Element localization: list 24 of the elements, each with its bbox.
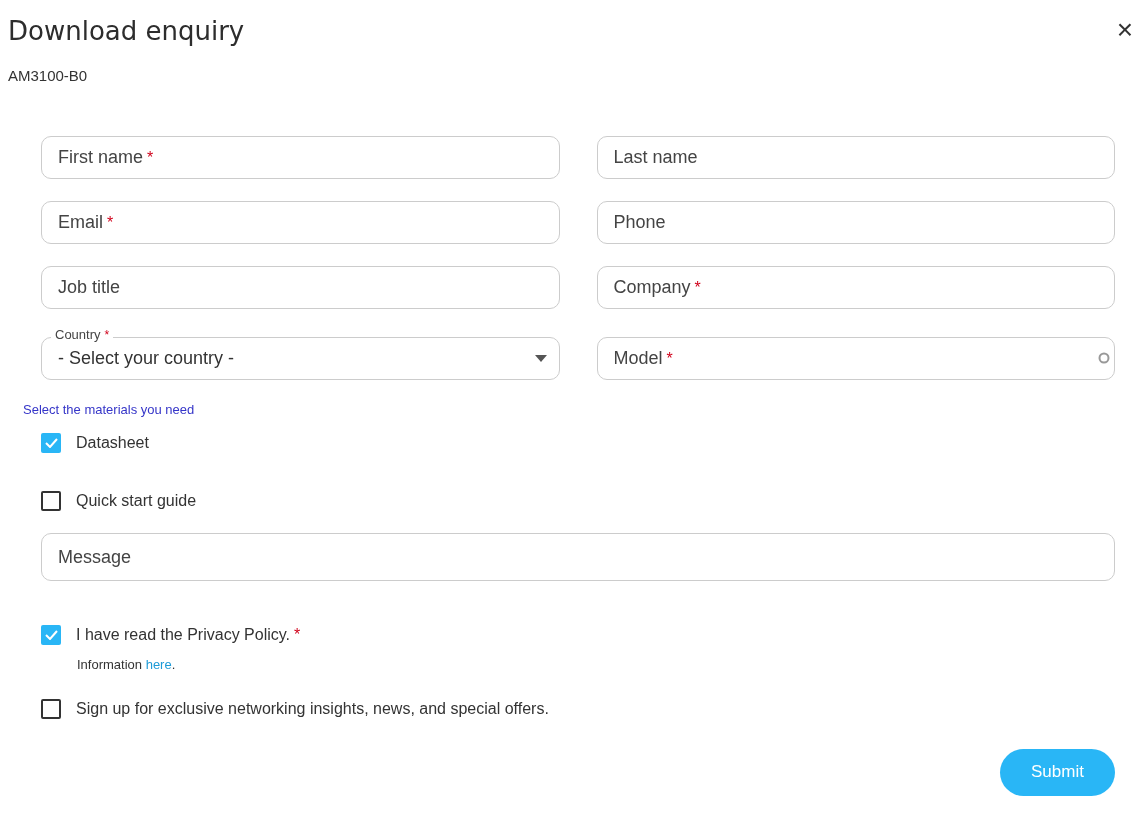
input-field[interactable]: Company * — [596, 265, 1115, 309]
checkbox-label: Datasheet — [76, 433, 149, 453]
checkbox[interactable] — [41, 625, 61, 645]
input-field[interactable]: Phone — [596, 200, 1115, 244]
checkbox-label: Sign up for exclusive networking insights, news, and special offers. — [76, 698, 549, 719]
check-icon — [44, 438, 58, 448]
checkbox-label: Quick start guide — [76, 491, 197, 511]
message-field[interactable]: Message — [41, 533, 1115, 581]
input-field[interactable]: First name * — [41, 135, 560, 179]
checkbox-label: I have read the Privacy Policy. * — [76, 625, 301, 645]
product-code: AM3100-B0 — [7, 66, 89, 86]
input-field[interactable]: Last name — [596, 135, 1115, 179]
section-heading: Select the materials you need — [23, 400, 195, 419]
circle-icon — [1098, 352, 1110, 364]
checkbox[interactable] — [41, 433, 61, 453]
info-text: Information here. — [77, 656, 176, 674]
caret-icon — [534, 354, 547, 362]
checkbox[interactable] — [41, 491, 61, 511]
dialog-title: Download enquiry — [8, 15, 245, 48]
input-field[interactable]: Job title — [41, 265, 560, 309]
checkbox[interactable] — [41, 698, 61, 719]
input-field[interactable]: Email * — [41, 200, 560, 244]
input-field[interactable]: Model * — [596, 336, 1115, 380]
check-icon — [44, 630, 58, 640]
